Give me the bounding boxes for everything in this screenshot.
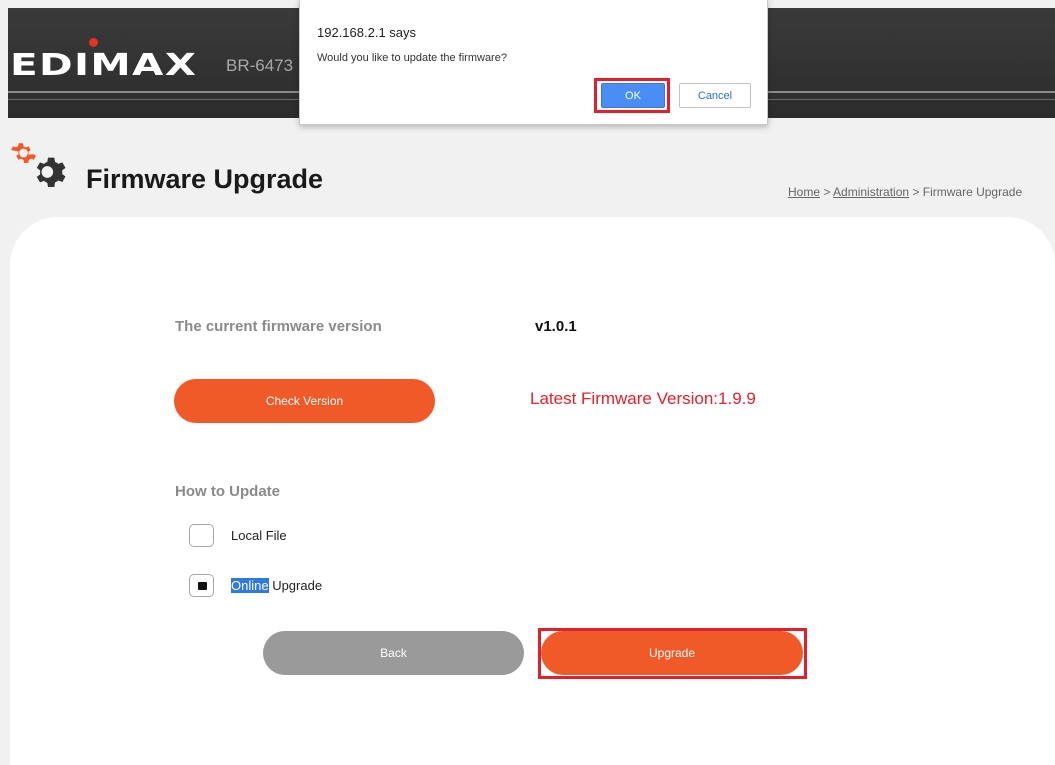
back-button[interactable]: Back <box>263 631 524 675</box>
page-title: Firmware Upgrade <box>86 164 324 194</box>
local-file-checkbox[interactable] <box>189 524 214 547</box>
breadcrumb-current: Firmware Upgrade <box>922 185 1023 199</box>
dialog-title: 192.168.2.1 says <box>317 25 417 40</box>
content-card <box>10 217 1055 765</box>
latest-version-text: Latest Firmware Version:1.9.9 <box>530 389 756 408</box>
gear-large-icon <box>36 157 66 187</box>
logo-dot <box>89 38 98 47</box>
selected-text: Online <box>231 578 269 593</box>
upgrade-highlight-frame <box>538 628 807 679</box>
online-upgrade-checkbox[interactable] <box>189 574 214 597</box>
ok-highlight-frame <box>594 78 670 113</box>
online-upgrade-label-rest: Upgrade <box>268 578 323 593</box>
breadcrumb-separator: > <box>820 185 834 199</box>
checkbox-checked-mark <box>198 582 207 590</box>
how-to-update-heading: How to Update <box>175 483 280 500</box>
current-version-label: The current firmware version <box>175 318 382 335</box>
current-version-value: v1.0.1 <box>535 318 577 335</box>
breadcrumb: Home > Administration > Firmware Upgrade <box>788 185 1022 199</box>
dialog-message: Would you like to update the firmware? <box>317 52 507 64</box>
confirm-dialog: 192.168.2.1 says Would you like to updat… <box>299 0 768 125</box>
breadcrumb-separator: > <box>909 185 923 199</box>
check-version-button[interactable]: Check Version <box>174 379 435 423</box>
breadcrumb-home-link[interactable]: Home <box>788 185 820 199</box>
edimax-logo: EDIMAX <box>10 48 198 83</box>
model-name: BR-6473 <box>226 56 294 75</box>
breadcrumb-administration-link[interactable]: Administration <box>833 185 909 199</box>
cancel-button[interactable]: Cancel <box>679 83 751 108</box>
online-upgrade-label[interactable]: Online Upgrade <box>231 578 322 593</box>
local-file-label[interactable]: Local File <box>231 528 287 543</box>
